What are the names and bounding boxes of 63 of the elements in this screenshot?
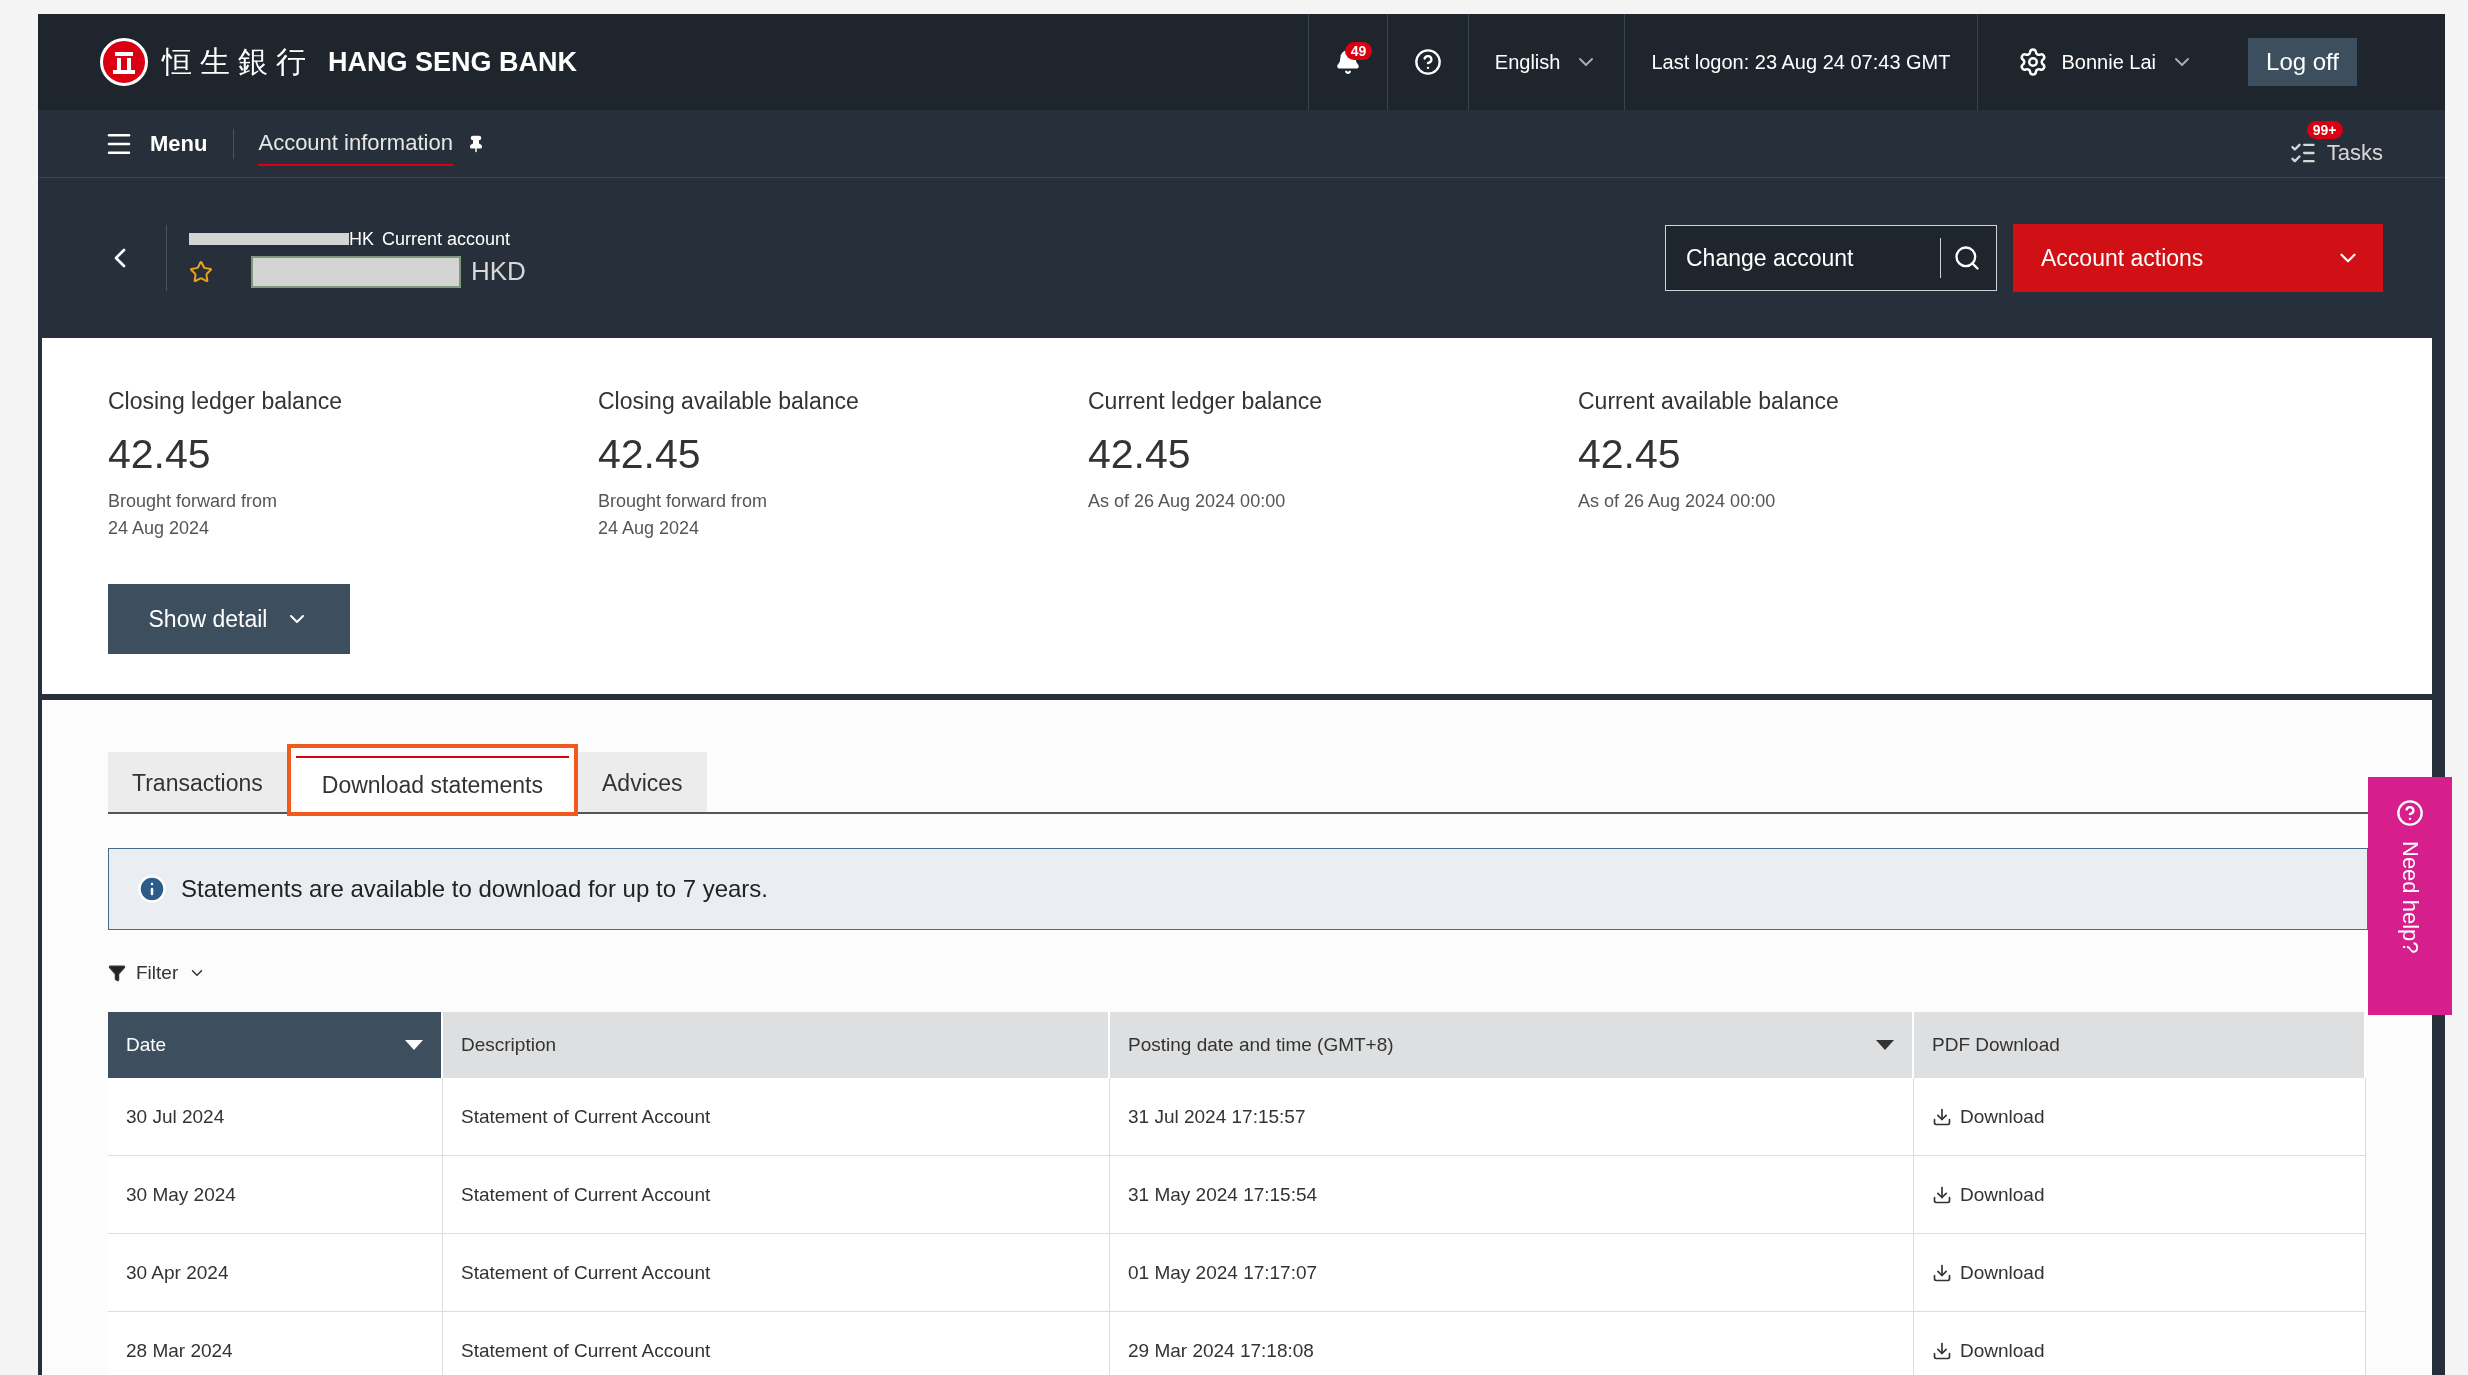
currency-label: HKD (471, 256, 526, 287)
column-header[interactable]: Description (443, 1012, 1110, 1078)
info-icon (137, 874, 167, 904)
account-name-suffix: HK (349, 228, 374, 250)
download-link[interactable]: Download (1932, 1339, 2045, 1362)
change-account-field[interactable]: Change account (1665, 225, 1997, 291)
breadcrumb-link[interactable]: Account information (258, 121, 453, 166)
account-actions-button[interactable]: Account actions (2013, 224, 2383, 292)
balance-amount: 42.45 (1578, 431, 1682, 478)
tab[interactable]: Advices (578, 752, 707, 812)
table-cell: Statement of Current Account (443, 1156, 1110, 1234)
download-link[interactable]: Download (1932, 1105, 2045, 1128)
table-cell: 30 Jul 2024 (108, 1078, 443, 1156)
balance-note: As of 26 Aug 2024 00:00 (1088, 490, 1287, 513)
tasks-badge: 99+ (2306, 120, 2343, 139)
filter-icon (108, 964, 126, 982)
download-icon (1932, 1106, 1952, 1127)
help-icon (2396, 799, 2424, 827)
search-icon (1953, 244, 1981, 272)
help-icon[interactable] (1413, 48, 1442, 76)
column-header[interactable]: Date (108, 1012, 443, 1078)
filter-button[interactable]: Filter (108, 962, 207, 984)
table-cell: Statement of Current Account (443, 1234, 1110, 1312)
logoff-button[interactable]: Log off (2248, 38, 2357, 86)
table-cell: 31 May 2024 17:15:54 (1110, 1156, 1914, 1234)
show-detail-button[interactable]: Show detail (108, 584, 350, 654)
table-cell: 30 May 2024 (108, 1156, 443, 1234)
table-cell: Statement of Current Account (443, 1078, 1110, 1156)
tab[interactable]: Transactions (108, 752, 287, 812)
user-name[interactable]: Bonnie Lai (2061, 50, 2157, 74)
balance-amount: 42.45 (598, 431, 702, 478)
bank-name-chinese: 恒生銀行 (162, 43, 314, 80)
table-cell: 30 Apr 2024 (108, 1234, 443, 1312)
balance-amount: 42.45 (108, 431, 212, 478)
logo-icon (100, 38, 148, 86)
star-icon[interactable] (189, 259, 213, 284)
balance-label: Closing ledger balance (108, 388, 343, 415)
download-icon (1932, 1184, 1952, 1205)
notification-badge: 49 (1344, 42, 1373, 60)
need-help-button[interactable]: Need help? (2368, 777, 2452, 1015)
balance-label: Current available balance (1578, 388, 1840, 415)
table-cell: 01 May 2024 17:17:07 (1110, 1234, 1914, 1312)
column-header[interactable]: PDF Download (1914, 1012, 2366, 1078)
balance-note: As of 26 Aug 2024 00:00 (1578, 490, 1777, 513)
table-cell: 31 Jul 2024 17:15:57 (1110, 1078, 1914, 1156)
tasks-button[interactable]: Tasks 99+ (2288, 120, 2383, 167)
last-logon: Last logon: 23 Aug 24 07:43 GMT (1651, 50, 1951, 74)
download-icon (1932, 1340, 1952, 1361)
info-text: Statements are available to download for up to 7 years. (181, 875, 768, 903)
menu-button[interactable]: Menu (104, 128, 235, 159)
download-icon (1932, 1262, 1952, 1283)
settings-icon[interactable] (2017, 47, 2048, 77)
download-link[interactable]: Download (1932, 1183, 2045, 1206)
balance-amount: 42.45 (1088, 431, 1192, 478)
language-selector[interactable]: English (1494, 50, 1561, 74)
balance-note: Brought forward from 24 Aug 2024 (598, 490, 769, 540)
column-header[interactable]: Posting date and time (GMT+8) (1110, 1012, 1914, 1078)
balance-label: Closing available balance (598, 388, 860, 415)
bank-name: HANG SENG BANK (328, 46, 577, 78)
balance-note: Brought forward from 24 Aug 2024 (108, 490, 279, 540)
download-link[interactable]: Download (1932, 1261, 2045, 1284)
balance-label: Current ledger balance (1088, 388, 1323, 415)
account-type: Current account (382, 228, 511, 250)
